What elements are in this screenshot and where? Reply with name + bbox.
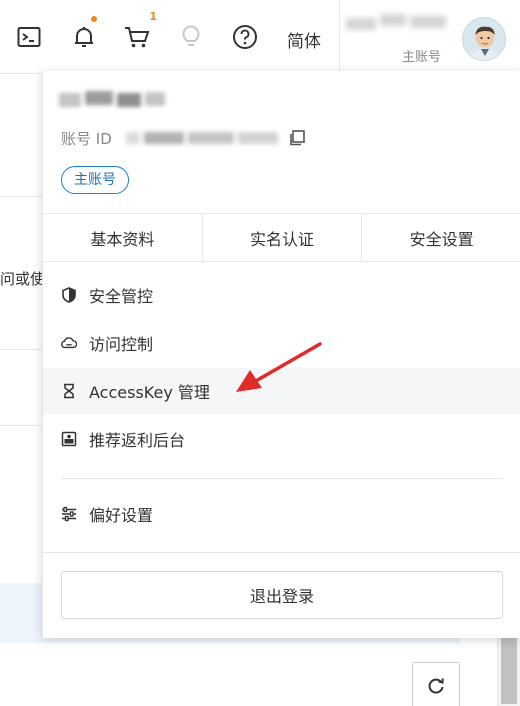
menu-divider: [43, 552, 520, 553]
menu-item-preferences[interactable]: 偏好设置: [43, 491, 520, 537]
top-bar: 1 简体 主账号: [0, 0, 520, 74]
lightbulb-icon: [182, 25, 200, 46]
key-icon: [61, 383, 77, 399]
username-redacted: [344, 10, 450, 36]
menu-item-security-control[interactable]: 安全管控: [43, 272, 520, 318]
cart-button[interactable]: 1: [124, 10, 157, 50]
refresh-button[interactable]: [412, 662, 460, 706]
main-account-tag: 主账号: [61, 166, 129, 194]
account-type-label: 主账号: [402, 50, 442, 65]
menu-item-label: 偏好设置: [89, 506, 154, 525]
avatar-image: [469, 26, 501, 60]
cart-icon: [125, 27, 150, 48]
avatar[interactable]: [462, 17, 506, 61]
tips-button[interactable]: [178, 24, 204, 50]
terminal-icon: [17, 27, 41, 47]
language-switch[interactable]: 简体: [287, 27, 321, 52]
bg-divider: [0, 425, 42, 426]
menu-item-label: 访问控制: [89, 335, 154, 354]
terminal-button[interactable]: [16, 24, 42, 50]
tab-security-settings[interactable]: 安全设置: [361, 214, 520, 261]
notification-dot: [91, 16, 97, 22]
cart-badge: 1: [149, 10, 157, 23]
topbar-divider: [339, 0, 340, 74]
sliders-icon: [61, 506, 77, 522]
help-button[interactable]: [232, 24, 258, 50]
account-id-redacted: [125, 129, 278, 147]
tab-basic-info[interactable]: 基本资料: [43, 214, 202, 261]
shield-icon: [61, 287, 77, 303]
refresh-icon: [428, 678, 444, 694]
menu-item-label: 推荐返利后台: [89, 431, 186, 450]
notification-button[interactable]: [71, 16, 97, 50]
scrollbar-thumb[interactable]: [501, 634, 517, 704]
menu-item-referral-rebate[interactable]: 推荐返利后台: [43, 416, 520, 462]
bg-divider: [0, 349, 42, 350]
menu-divider: [61, 478, 503, 479]
rebate-icon: [61, 431, 77, 447]
menu-item-label: 安全管控: [89, 287, 154, 306]
menu-item-label: AccessKey 管理: [89, 383, 210, 402]
account-name-redacted: [57, 89, 167, 109]
account-id-row: 账号 ID: [61, 127, 306, 149]
bg-divider: [0, 196, 42, 197]
cloud-icon: [61, 335, 77, 351]
account-id-label: 账号 ID: [61, 129, 112, 148]
bell-icon: [75, 27, 93, 47]
help-icon: [233, 25, 257, 49]
logout-button[interactable]: 退出登录: [61, 571, 503, 619]
copy-icon[interactable]: [288, 129, 306, 147]
tab-real-name-verification[interactable]: 实名认证: [201, 214, 362, 261]
profile-tabs: 基本资料 实名认证 安全设置: [43, 213, 520, 262]
annotation-arrow: [236, 342, 322, 392]
bg-partial-text: 问或使: [0, 270, 46, 288]
